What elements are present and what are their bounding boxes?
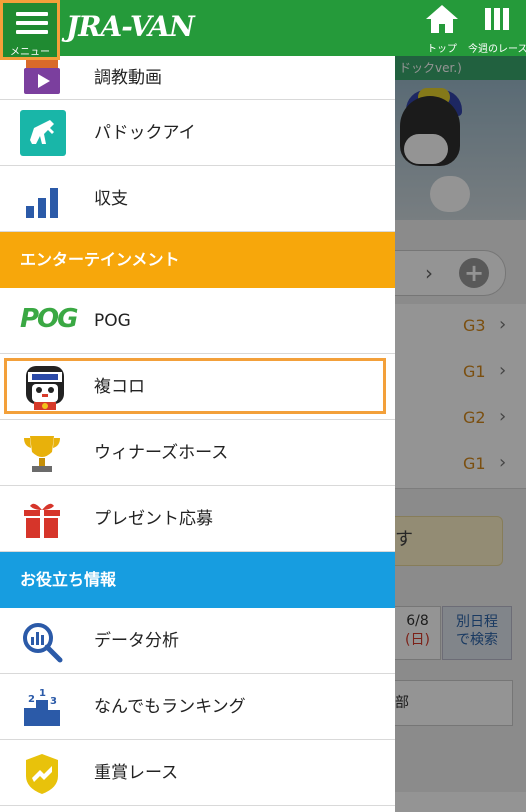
- section-header-help: お役立ち情報: [0, 552, 395, 608]
- trophy-icon: [24, 436, 60, 472]
- menu-label: メニュー: [10, 47, 50, 58]
- top-label: トップ: [427, 44, 457, 55]
- ranking-podium-icon: 2 1 3: [24, 688, 60, 726]
- pog-logo-icon: POG: [20, 304, 79, 334]
- menu-item-paddock-eye[interactable]: パドックアイ: [0, 100, 395, 166]
- hamburger-icon: [16, 12, 48, 16]
- jra-van-logo[interactable]: JRA-VAN: [66, 10, 195, 43]
- menu-item-data-analysis[interactable]: データ分析: [0, 608, 395, 674]
- menu-item-fukukoro[interactable]: 複コロ: [0, 354, 395, 420]
- columns-icon: [485, 8, 509, 30]
- training-video-icon: [24, 60, 60, 94]
- section-header-entertainment: エンターテインメント: [0, 232, 395, 288]
- menu-item-balance[interactable]: 収支: [0, 166, 395, 232]
- menu-item-label: パドックアイ: [94, 123, 196, 143]
- graded-race-icon: [26, 754, 58, 794]
- fukukoro-mascot-icon: [26, 366, 64, 410]
- home-icon: [426, 5, 458, 33]
- menu-item-label: プレゼント応募: [94, 509, 213, 529]
- menu-item-label: 重賞レース: [94, 763, 179, 783]
- svg-text:3: 3: [50, 696, 57, 707]
- menu-item-training-video[interactable]: 調教動画: [0, 56, 395, 100]
- app-header: JRA-VAN トップ 今週のレース: [0, 0, 526, 56]
- menu-item-label: 調教動画: [94, 68, 162, 88]
- menu-item-graded-race[interactable]: 重賞レース: [0, 740, 395, 806]
- data-analysis-icon: [23, 623, 63, 663]
- hamburger-icon: [16, 30, 48, 34]
- menu-item-ranking[interactable]: 2 1 3 なんでもランキング: [0, 674, 395, 740]
- this-week-races-button[interactable]: 今週のレース: [468, 4, 526, 55]
- menu-item-present[interactable]: プレゼント応募: [0, 486, 395, 552]
- svg-text:2: 2: [28, 694, 35, 705]
- side-menu-drawer: 調教動画 パドックアイ 収支 エンターテインメント POG POG 複コロ ウィ…: [0, 56, 395, 812]
- menu-item-label: なんでもランキング: [94, 697, 246, 717]
- svg-text:1: 1: [39, 688, 46, 699]
- hamburger-icon: [16, 21, 48, 25]
- balance-chart-icon: [26, 188, 58, 218]
- menu-item-label: POG: [94, 311, 131, 331]
- menu-item-label: 収支: [94, 189, 128, 209]
- menu-item-pog[interactable]: POG POG: [0, 288, 395, 354]
- paddock-eye-icon: [20, 110, 66, 156]
- menu-item-label: ウィナーズホース: [94, 443, 229, 463]
- gift-icon: [24, 503, 60, 538]
- menu-button[interactable]: メニュー: [0, 0, 60, 60]
- menu-item-label: 複コロ: [94, 377, 145, 397]
- menu-item-winners-horse[interactable]: ウィナーズホース: [0, 420, 395, 486]
- menu-item-label: データ分析: [94, 631, 179, 651]
- week-label: 今週のレース: [468, 44, 526, 55]
- top-button[interactable]: トップ: [424, 4, 460, 55]
